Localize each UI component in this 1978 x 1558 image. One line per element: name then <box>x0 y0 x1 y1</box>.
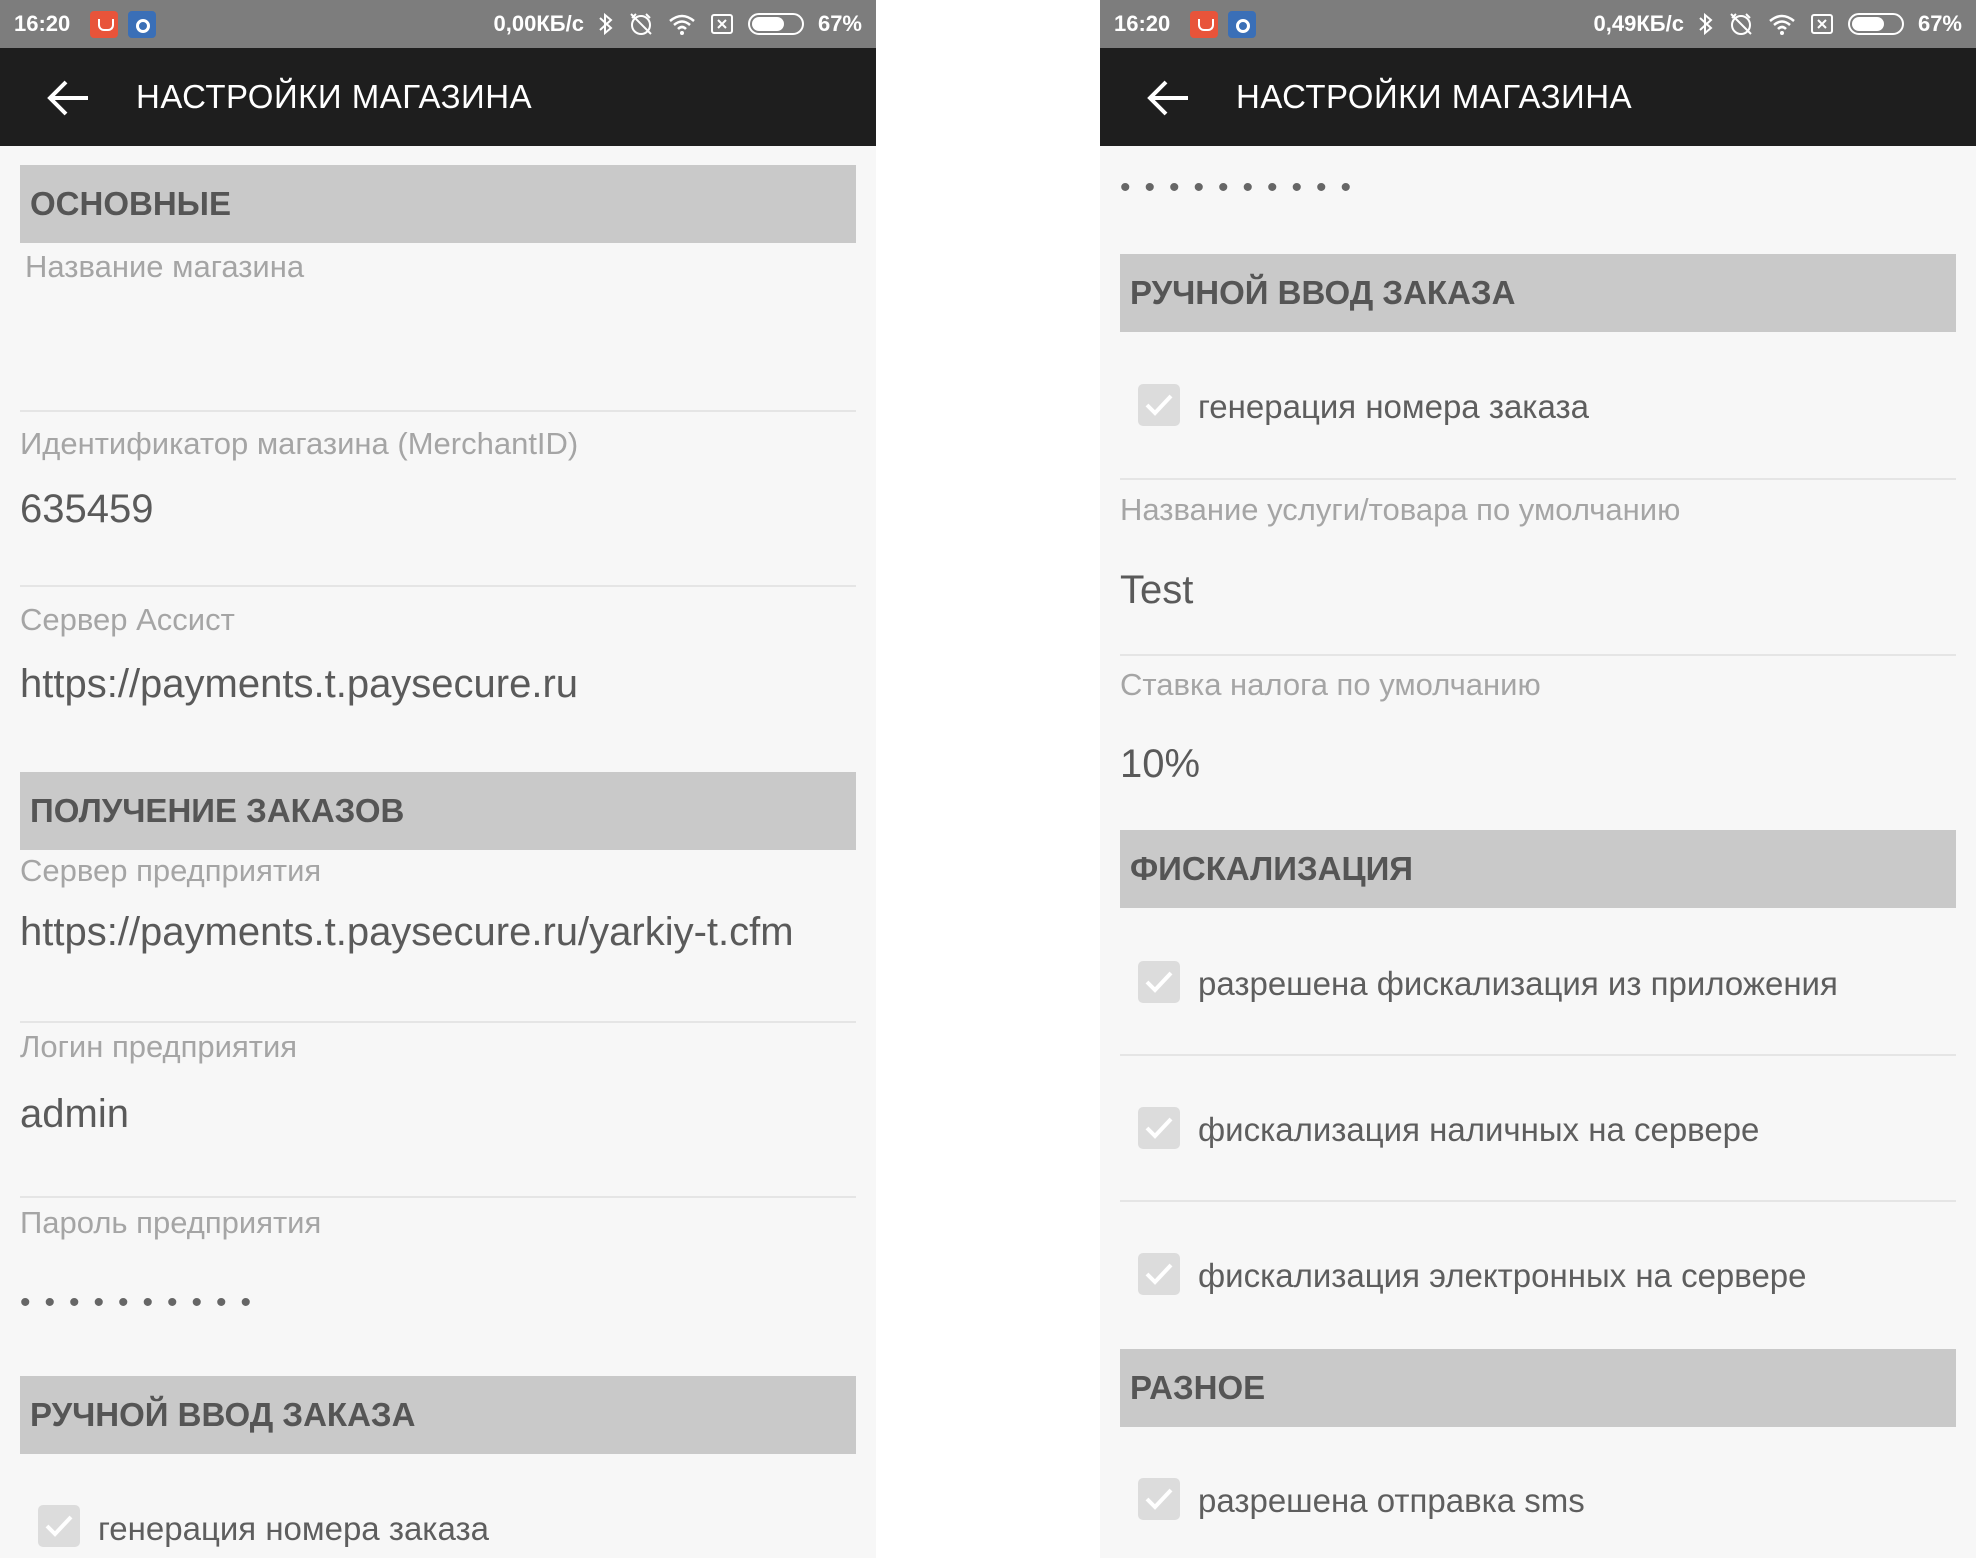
divider <box>20 585 856 587</box>
status-bar: 16:20 0,00КБ/с 67% <box>0 0 876 48</box>
sim-off-icon <box>1810 14 1833 34</box>
enterprise-login-value[interactable]: admin <box>20 1092 129 1137</box>
default-service-label: Название услуги/товара по умолчанию <box>1120 492 1681 527</box>
wifi-icon <box>1769 14 1795 35</box>
battery-icon <box>747 13 804 35</box>
fiscal-app-checkbox[interactable] <box>1138 961 1180 1003</box>
assist-server-label: Сервер Ассист <box>20 602 235 637</box>
notification-settings-icon <box>1228 11 1256 38</box>
section-header-manual-order: РУЧНОЙ ВВОД ЗАКАЗА <box>1120 254 1956 332</box>
section-header-fiscal: ФИСКАЛИЗАЦИЯ <box>1120 830 1956 908</box>
fiscal-cash-label: фискализация наличных на сервере <box>1198 1111 1760 1148</box>
check-icon <box>45 1515 73 1537</box>
divider <box>20 1021 856 1023</box>
settings-list: •••••••••• РУЧНОЙ ВВОД ЗАКАЗА генерация … <box>1100 146 1976 1558</box>
enterprise-server-label: Сервер предприятия <box>20 853 322 888</box>
notification-app-icon <box>1190 11 1218 38</box>
status-indicators: 0,00КБ/с 67% <box>494 10 862 38</box>
check-icon <box>1145 971 1173 993</box>
app-bar: НАСТРОЙКИ МАГАЗИНА <box>0 48 876 146</box>
bluetooth-icon <box>599 12 613 36</box>
network-speed: 0,00КБ/с <box>493 11 584 36</box>
section-header-main: ОСНОВНЫЕ <box>20 165 856 243</box>
settings-list: ОСНОВНЫЕ Название магазина Идентификатор… <box>0 146 876 1558</box>
bluetooth-icon <box>1699 12 1713 36</box>
order-number-label: генерация номера заказа <box>1198 388 1589 425</box>
enterprise-password-value[interactable]: •••••••••• <box>1120 171 1365 205</box>
divider <box>1120 478 1956 480</box>
order-number-checkbox[interactable] <box>1138 384 1180 426</box>
merchant-id-value[interactable]: 635459 <box>20 487 153 532</box>
divider <box>1120 654 1956 656</box>
assist-server-value[interactable]: https://payments.t.paysecure.ru <box>20 662 578 707</box>
divider <box>20 410 856 412</box>
divider <box>20 1196 856 1198</box>
check-icon <box>1145 1263 1173 1285</box>
check-icon <box>1145 394 1173 416</box>
fiscal-app-label: разрешена фискализация из приложения <box>1198 965 1838 1002</box>
divider <box>1120 1200 1956 1202</box>
enterprise-server-value[interactable]: https://payments.t.paysecure.ru/yarkiy-t… <box>20 907 820 957</box>
merchant-id-label: Идентификатор магазина (MerchantID) <box>20 426 579 461</box>
store-name-label: Название магазина <box>25 249 305 284</box>
status-time: 16:20 <box>1114 11 1171 36</box>
battery-percent: 67% <box>817 11 862 36</box>
enterprise-login-label: Логин предприятия <box>20 1029 298 1064</box>
sms-checkbox[interactable] <box>1138 1478 1180 1520</box>
sms-label: разрешена отправка sms <box>1198 1482 1585 1519</box>
fiscal-electronic-checkbox[interactable] <box>1138 1253 1180 1295</box>
wifi-icon <box>669 14 695 35</box>
sim-off-icon <box>710 14 733 34</box>
battery-icon <box>1847 13 1904 35</box>
default-tax-value[interactable]: 10% <box>1120 742 1200 787</box>
battery-percent: 67% <box>1917 11 1962 36</box>
fiscal-cash-checkbox[interactable] <box>1138 1107 1180 1149</box>
back-arrow-icon[interactable] <box>44 76 92 120</box>
section-header-misc: РАЗНОЕ <box>1120 1349 1956 1427</box>
notification-settings-icon <box>128 11 156 38</box>
status-bar: 16:20 0,49КБ/с 67% <box>1100 0 1976 48</box>
order-number-label: генерация номера заказа <box>98 1510 489 1547</box>
notification-app-icon <box>90 11 118 38</box>
status-time: 16:20 <box>14 11 71 36</box>
right-screen: 16:20 0,49КБ/с 67% НАСТРОЙКИ МАГАЗИНА ••… <box>1100 0 1976 1558</box>
left-screen: 16:20 0,00КБ/с 67% НАСТРОЙКИ МАГАЗИНА ОС… <box>0 0 876 1558</box>
default-tax-label: Ставка налога по умолчанию <box>1120 667 1541 702</box>
alarm-off-icon <box>1730 13 1752 35</box>
section-header-manual-order: РУЧНОЙ ВВОД ЗАКАЗА <box>20 1376 856 1454</box>
network-speed: 0,49КБ/с <box>1593 11 1684 36</box>
check-icon <box>1145 1117 1173 1139</box>
section-header-orders: ПОЛУЧЕНИЕ ЗАКАЗОВ <box>20 772 856 850</box>
check-icon <box>1145 1488 1173 1510</box>
default-service-value[interactable]: Test <box>1120 568 1193 613</box>
alarm-off-icon <box>630 13 652 35</box>
status-indicators: 0,49КБ/с 67% <box>1594 10 1962 38</box>
divider <box>1120 1054 1956 1056</box>
enterprise-password-label: Пароль предприятия <box>20 1205 322 1240</box>
fiscal-electronic-label: фискализация электронных на сервере <box>1198 1257 1807 1294</box>
page-title: НАСТРОЙКИ МАГАЗИНА <box>136 78 533 115</box>
back-arrow-icon[interactable] <box>1144 76 1192 120</box>
enterprise-password-value[interactable]: •••••••••• <box>20 1286 265 1320</box>
page-title: НАСТРОЙКИ МАГАЗИНА <box>1236 78 1633 115</box>
app-bar: НАСТРОЙКИ МАГАЗИНА <box>1100 48 1976 146</box>
order-number-checkbox[interactable] <box>38 1505 80 1547</box>
